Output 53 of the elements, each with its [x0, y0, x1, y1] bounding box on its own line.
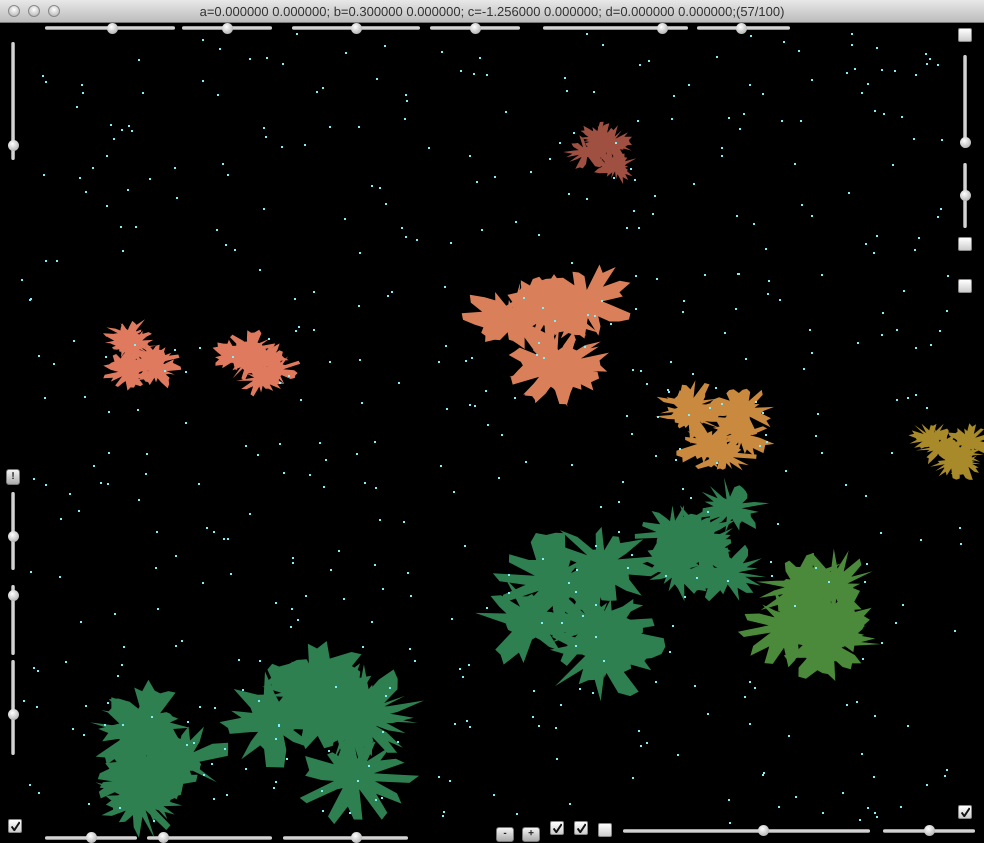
slider[interactable]: [45, 832, 137, 843]
checkmark-icon: [10, 820, 20, 832]
checkbox[interactable]: [958, 28, 972, 42]
slider[interactable]: [6, 492, 20, 570]
slider[interactable]: [430, 23, 520, 34]
slider[interactable]: [6, 660, 20, 755]
slider-thumb[interactable]: [8, 140, 18, 152]
slider[interactable]: [697, 23, 790, 34]
window-button[interactable]: [48, 5, 60, 17]
slider[interactable]: [147, 832, 272, 843]
window-title: a=0.000000 0.000000; b=0.300000 0.000000; c=-1.256000 0.000000; d=0.000000 0.000000;(57/100): [198, 4, 786, 18]
checkmark-icon: [576, 822, 586, 834]
slider-thumb[interactable]: [106, 23, 118, 34]
slider-thumb[interactable]: [351, 832, 362, 843]
slider[interactable]: [958, 55, 972, 148]
checkbox[interactable]: [550, 821, 564, 835]
slider[interactable]: [883, 825, 975, 836]
slider[interactable]: [6, 42, 20, 160]
checkmark-icon: [960, 806, 970, 818]
slider-thumb[interactable]: [8, 590, 18, 602]
slider[interactable]: [623, 825, 870, 836]
checkbox[interactable]: [574, 821, 588, 835]
small-button[interactable]: -: [496, 826, 514, 842]
slider-thumb[interactable]: [222, 23, 234, 34]
checkbox[interactable]: [958, 805, 972, 819]
slider-thumb[interactable]: [924, 825, 934, 836]
small-button[interactable]: +: [522, 826, 540, 842]
slider-thumb[interactable]: [736, 23, 748, 34]
slider-thumb[interactable]: [960, 137, 970, 148]
slider[interactable]: [45, 23, 175, 34]
slider-thumb[interactable]: [8, 530, 18, 542]
checkbox[interactable]: [598, 823, 612, 837]
checkbox[interactable]: [958, 237, 972, 251]
slider-thumb[interactable]: [8, 708, 18, 720]
window-button[interactable]: [28, 5, 40, 17]
checkmark-icon: [552, 822, 562, 834]
slider[interactable]: [292, 23, 420, 34]
slider-thumb[interactable]: [960, 190, 970, 201]
slider-thumb[interactable]: [656, 23, 668, 34]
slider[interactable]: [958, 163, 972, 228]
slider-thumb[interactable]: [758, 825, 769, 836]
checkbox[interactable]: [8, 819, 22, 833]
slider[interactable]: [6, 585, 20, 655]
slider[interactable]: [283, 832, 408, 843]
slider[interactable]: [182, 23, 272, 34]
slider-thumb[interactable]: [158, 832, 170, 843]
slider-thumb[interactable]: [86, 832, 96, 843]
slider[interactable]: [543, 23, 688, 34]
window-button[interactable]: [8, 5, 20, 17]
checkbox[interactable]: [958, 279, 972, 293]
slider-thumb[interactable]: [350, 23, 362, 34]
slider-thumb[interactable]: [470, 23, 480, 34]
small-button[interactable]: !: [6, 469, 20, 485]
